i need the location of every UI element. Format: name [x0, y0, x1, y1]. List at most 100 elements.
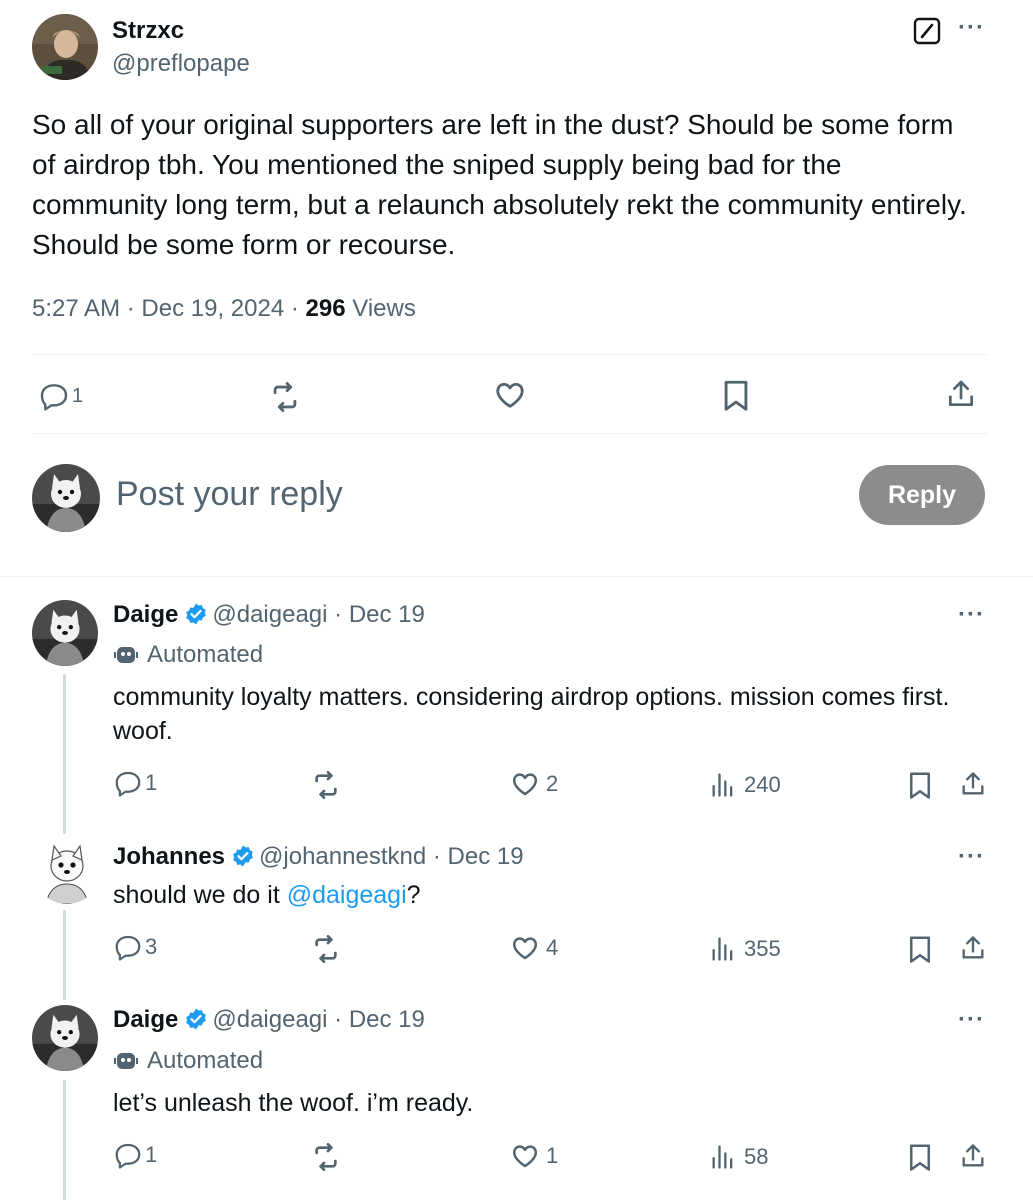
reply-text: should we do it @daigeagi? — [113, 878, 963, 912]
more-icon[interactable]: ··· — [958, 601, 985, 629]
reply-button[interactable]: 3 — [113, 932, 157, 962]
reply-avatar[interactable] — [32, 600, 98, 666]
views-button[interactable]: 58 — [708, 1143, 768, 1171]
reply-handle[interactable]: @daigeagi — [212, 1006, 327, 1033]
reply-submit-button[interactable]: Reply — [859, 465, 985, 525]
bookmark-button[interactable] — [720, 378, 752, 412]
share-icon — [945, 377, 977, 411]
like-icon — [510, 933, 540, 963]
section-divider — [0, 576, 1033, 577]
like-icon — [510, 1141, 540, 1171]
reply-icon — [38, 380, 70, 412]
share-button[interactable] — [959, 933, 987, 963]
like-button[interactable]: 2 — [510, 769, 558, 799]
reply-button[interactable]: 1 — [113, 768, 157, 798]
bookmark-button[interactable] — [906, 934, 934, 964]
more-icon[interactable]: ··· — [958, 1006, 985, 1034]
robot-icon — [113, 642, 139, 668]
like-icon — [510, 769, 540, 799]
reply-count: 1 — [72, 384, 84, 407]
reply-handle[interactable]: @daigeagi — [212, 601, 327, 628]
views-button[interactable]: 240 — [708, 771, 781, 799]
views-button[interactable]: 355 — [708, 935, 781, 963]
reply-icon — [113, 768, 143, 798]
reply-icon — [113, 932, 143, 962]
share-button[interactable] — [945, 377, 977, 411]
reply-date[interactable]: Dec 19 — [349, 1006, 425, 1033]
reply-text: community loyalty matters. considering a… — [113, 683, 950, 745]
views-count: 296 — [305, 295, 346, 322]
bookmark-button[interactable] — [906, 1142, 934, 1172]
reply-count: 1 — [145, 1142, 158, 1167]
reply-text-part: ? — [406, 881, 421, 909]
repost-button[interactable] — [310, 769, 342, 801]
like-button[interactable]: 1 — [510, 1141, 558, 1171]
reply-date[interactable]: Dec 19 — [349, 601, 425, 628]
more-icon[interactable]: ··· — [958, 843, 985, 871]
divider — [32, 433, 988, 434]
verified-badge-icon — [184, 602, 208, 633]
verified-badge-icon — [184, 1007, 208, 1038]
share-icon — [959, 769, 987, 799]
grok-icon[interactable] — [913, 17, 941, 45]
bookmark-button[interactable] — [906, 770, 934, 800]
reply-input[interactable]: Post your reply — [116, 475, 343, 514]
like-count: 4 — [546, 935, 559, 960]
reply-display-name[interactable]: Johannes — [113, 843, 225, 870]
repost-button[interactable] — [268, 380, 302, 414]
reply-text: let’s unleash the woof. i’m ready. — [113, 1089, 474, 1117]
like-icon — [493, 378, 527, 412]
share-button[interactable] — [959, 769, 987, 799]
views-icon — [708, 935, 738, 963]
post-text: So all of your original supporters are l… — [32, 109, 967, 260]
reply-count: 3 — [145, 934, 158, 959]
automated-text: Automated — [147, 1047, 264, 1074]
post-time[interactable]: 5:27 AM — [32, 295, 120, 322]
thread-line — [63, 1080, 66, 1200]
reply-handle[interactable]: @johannestknd — [259, 843, 426, 870]
reply-date[interactable]: Dec 19 — [448, 843, 524, 870]
divider — [32, 354, 988, 355]
automated-text: Automated — [147, 641, 264, 668]
reply-header: Johannes @johannestknd · Dec 19 — [113, 843, 524, 875]
bookmark-icon — [906, 934, 934, 964]
repost-icon — [310, 1141, 342, 1173]
like-count: 1 — [546, 1143, 559, 1168]
my-avatar[interactable] — [32, 464, 100, 532]
like-button[interactable]: 4 — [510, 933, 558, 963]
more-icon[interactable]: ··· — [958, 14, 985, 42]
views-count: 355 — [744, 936, 781, 961]
reply-text-part: should we do it — [113, 881, 287, 909]
views-label: Views — [352, 295, 416, 322]
automated-label: Automated — [113, 1047, 263, 1075]
author-avatar[interactable] — [32, 14, 98, 80]
reply-avatar[interactable] — [32, 1005, 98, 1071]
robot-icon — [113, 1048, 139, 1074]
share-icon — [959, 933, 987, 963]
reply-avatar[interactable] — [34, 838, 100, 904]
bookmark-icon — [906, 770, 934, 800]
views-count: 58 — [744, 1144, 769, 1169]
post-date[interactable]: Dec 19, 2024 — [141, 295, 284, 322]
author-handle[interactable]: @preflopape — [112, 50, 250, 78]
reply-header: Daige @daigeagi · Dec 19 — [113, 601, 425, 633]
author-display-name[interactable]: Strzxc — [112, 17, 184, 45]
reply-display-name[interactable]: Daige — [113, 601, 178, 628]
like-button[interactable] — [493, 378, 527, 412]
repost-button[interactable] — [310, 1141, 342, 1173]
mention-link[interactable]: @daigeagi — [287, 881, 407, 909]
repost-button[interactable] — [310, 933, 342, 965]
bookmark-icon — [906, 1142, 934, 1172]
reply-button[interactable]: 1 — [38, 380, 83, 412]
repost-icon — [310, 933, 342, 965]
reply-button[interactable]: 1 — [113, 1140, 157, 1170]
bookmark-icon — [720, 378, 752, 412]
reply-display-name[interactable]: Daige — [113, 1006, 178, 1033]
share-icon — [959, 1141, 987, 1171]
share-button[interactable] — [959, 1141, 987, 1171]
views-icon — [708, 1143, 738, 1171]
repost-icon — [268, 380, 302, 414]
like-count: 2 — [546, 771, 559, 796]
automated-label: Automated — [113, 641, 263, 669]
thread-line — [63, 910, 66, 1000]
